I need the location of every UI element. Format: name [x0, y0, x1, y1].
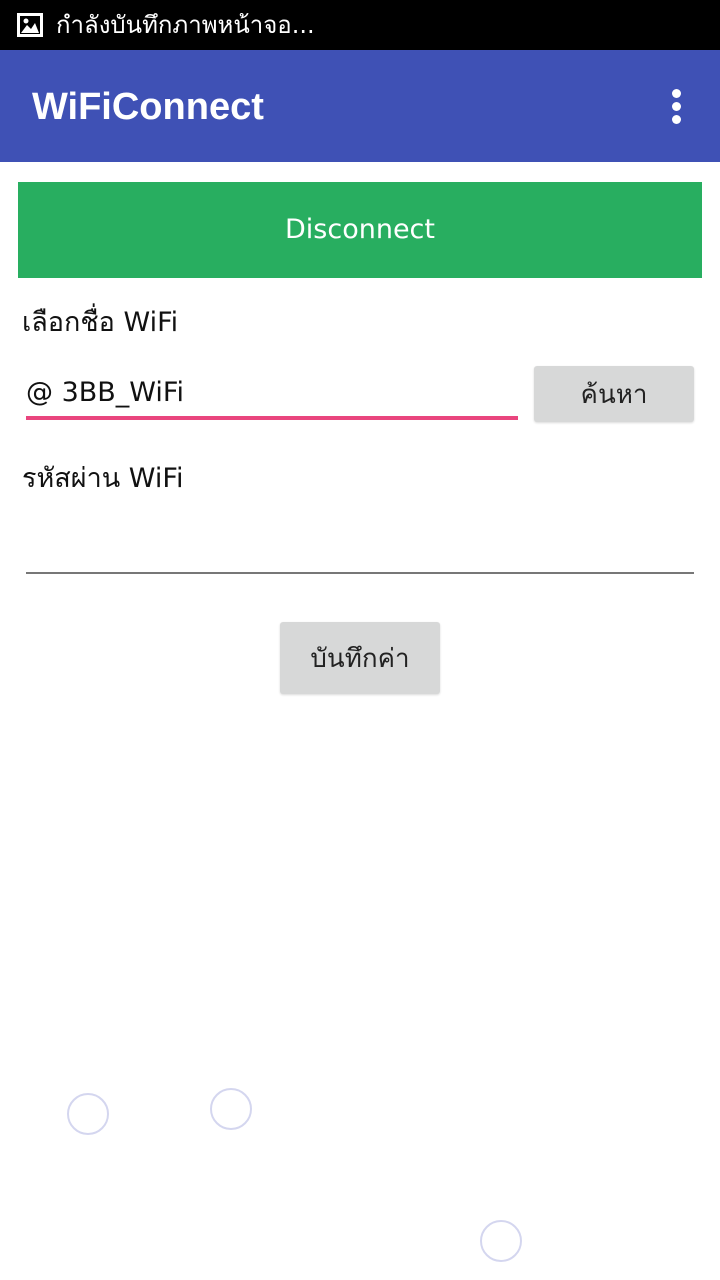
menu-dot	[672, 102, 681, 111]
status-bar: กำลังบันทึกภาพหน้าจอ...	[0, 0, 720, 50]
more-vert-icon[interactable]	[652, 82, 700, 130]
app-bar: WiFiConnect	[0, 50, 720, 162]
app-title: WiFiConnect	[32, 86, 264, 128]
password-input[interactable]	[26, 512, 694, 574]
search-button[interactable]: ค้นหา	[534, 366, 694, 422]
menu-dot	[672, 115, 681, 124]
password-label: รหัสผ่าน WiFi	[22, 463, 184, 494]
disconnect-button[interactable]: Disconnect	[18, 182, 702, 278]
ssid-label: เลือกชื่อ WiFi	[22, 307, 179, 338]
ssid-input-value: @ 3BB_WiFi	[26, 377, 184, 408]
status-notification-text: กำลังบันทึกภาพหน้าจอ...	[56, 11, 315, 39]
touch-indicator	[210, 1088, 252, 1130]
touch-indicator	[480, 1220, 522, 1262]
image-icon	[17, 13, 43, 37]
touch-indicator	[67, 1093, 109, 1135]
menu-dot	[672, 89, 681, 98]
save-button[interactable]: บันทึกค่า	[280, 622, 440, 694]
ssid-input[interactable]: @ 3BB_WiFi	[26, 370, 518, 420]
